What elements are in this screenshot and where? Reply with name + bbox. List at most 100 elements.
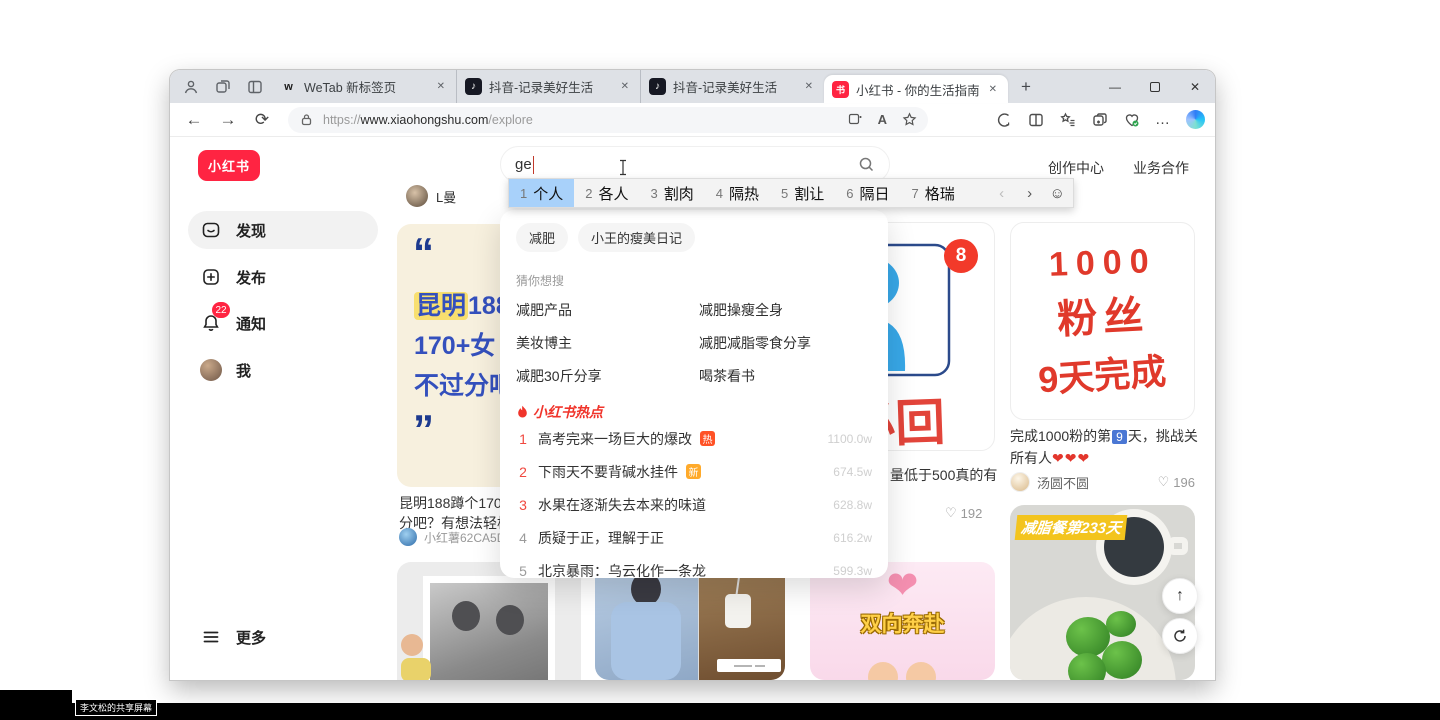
feed-card-photo-bw[interactable] [397, 562, 581, 680]
tab-douyin-2[interactable]: ♪ 抖音-记录美好生活 ✕ [640, 70, 824, 103]
tab-close-icon[interactable]: ✕ [802, 81, 816, 92]
suggestion-item[interactable]: 喝茶看书 [699, 359, 872, 392]
card-caption[interactable]: 完成1000粉的第9天，挑战关 所有人❤❤❤ [1010, 426, 1200, 469]
address-bar[interactable]: https://www.xiaohongshu.com/explore A [288, 107, 928, 133]
ime-candidate[interactable]: 2各人 [574, 179, 639, 207]
feed-card-fans[interactable]: 1000 粉丝 9天完成 [1010, 222, 1195, 420]
refresh-button[interactable]: ⟳ [248, 106, 276, 134]
tab-close-icon[interactable]: ✕ [986, 84, 1000, 95]
doodle-badge: 8 [944, 239, 978, 273]
ime-candidate[interactable]: 6隔日 [835, 179, 900, 207]
wellness-icon[interactable] [1123, 111, 1140, 128]
screenshare-bottom-bar [0, 703, 1440, 720]
card-author[interactable]: 小红薯62CA5D [399, 528, 505, 546]
feed-refresh-button[interactable] [1162, 618, 1198, 654]
maximize-button[interactable] [1135, 70, 1175, 103]
like-count[interactable]: ♡ 192 [945, 505, 982, 521]
split-window-icon[interactable] [847, 111, 864, 128]
quote-line: 170+女 [414, 326, 495, 362]
feed-user-chip[interactable]: L曼 [406, 185, 456, 207]
sidebar-item-discover[interactable]: 发现 [188, 211, 378, 249]
feed-card-photo-girls[interactable] [595, 562, 785, 680]
business-link[interactable]: 业务合作 [1133, 158, 1189, 178]
day-badge: 9 [1112, 430, 1127, 444]
card-author[interactable]: 汤圆不圆 ♡196 [1010, 472, 1195, 492]
forward-button[interactable]: → [214, 106, 242, 134]
douyin-favicon: ♪ [649, 78, 666, 95]
workspaces-icon[interactable] [214, 78, 232, 96]
suggestion-item[interactable]: 减肥产品 [516, 293, 689, 326]
quote-line: 昆明188 [414, 286, 510, 322]
tab-douyin-1[interactable]: ♪ 抖音-记录美好生活 ✕ [456, 70, 640, 103]
history-chip[interactable]: 小王的瘦美日记 [578, 223, 695, 252]
search-icon[interactable] [858, 156, 875, 173]
favorites-bar-icon[interactable] [1059, 111, 1076, 128]
new-tab-button[interactable]: + [1012, 73, 1040, 101]
hot-item[interactable]: 5 北京暴雨：乌云化作一条龙 599.3w [516, 554, 872, 578]
ime-prev-page-icon[interactable]: ‹ [990, 185, 1014, 202]
essentials-icon[interactable] [995, 111, 1012, 128]
suggestion-item[interactable]: 美妆博主 [516, 326, 689, 359]
tab-xiaohongshu-active[interactable]: 书 小红书 - 你的生活指南 ✕ [824, 75, 1008, 103]
tab-title: 小红书 - 你的生活指南 [856, 80, 979, 99]
history-chip[interactable]: 减肥 [516, 223, 568, 252]
hand-shape [906, 662, 936, 680]
sidebar-item-notifications[interactable]: 22 通知 [188, 304, 378, 342]
close-button[interactable]: ✕ [1175, 70, 1215, 103]
emoji-icon[interactable]: ☺ [1050, 185, 1065, 202]
sidebar-item-more[interactable]: 更多 [188, 618, 378, 656]
suggestion-item[interactable]: 减肥操瘦全身 [699, 293, 872, 326]
pink-heart-icon: ❤ [887, 566, 919, 608]
hot-item[interactable]: 3 水果在逐渐失去本来的味道 628.8w [516, 488, 872, 521]
ime-candidate[interactable]: 7格瑞 [901, 179, 966, 207]
more-icon[interactable]: … [1155, 111, 1171, 128]
profile-icon[interactable] [182, 78, 200, 96]
screenshare-corner-block [0, 690, 72, 720]
vertical-tabs-icon[interactable] [246, 78, 264, 96]
copilot-icon[interactable] [1186, 110, 1205, 129]
hand-shape [868, 662, 898, 680]
tab-title: 抖音-记录美好生活 [489, 77, 611, 96]
suggestion-item[interactable]: 减肥30斤分享 [516, 359, 689, 392]
ime-candidate[interactable]: 5割让 [770, 179, 835, 207]
tab-close-icon[interactable]: ✕ [618, 81, 632, 92]
hot-item[interactable]: 4 质疑于正，理解于正 616.2w [516, 521, 872, 554]
tab-wetab[interactable]: w WeTab 新标签页 ✕ [272, 70, 456, 103]
douyin-favicon: ♪ [465, 78, 482, 95]
sidebar-item-label: 发布 [236, 267, 266, 288]
sidebar-item-publish[interactable]: 发布 [188, 258, 378, 296]
author-name: 汤圆不圆 [1037, 473, 1089, 492]
feed-card-pink[interactable]: ❤ 双向奔赴 [810, 562, 995, 680]
read-aloud-icon[interactable]: A [878, 112, 887, 127]
ime-candidate[interactable]: 3割肉 [640, 179, 705, 207]
favorite-star-icon[interactable] [901, 111, 918, 128]
flame-icon [516, 405, 529, 419]
tab-close-icon[interactable]: ✕ [434, 81, 448, 92]
minimize-button[interactable]: — [1095, 70, 1135, 103]
sidebar-item-me[interactable]: 我 [188, 351, 378, 389]
suggestion-item[interactable]: 减肥减脂零食分享 [699, 326, 872, 359]
avatar [406, 185, 428, 207]
hot-item[interactable]: 1 高考完来一场巨大的爆改 热 1100.0w [516, 422, 872, 455]
photo-watermark [717, 659, 781, 672]
split-screen-icon[interactable] [1027, 111, 1044, 128]
collections-icon[interactable] [1091, 111, 1108, 128]
back-to-top-button[interactable]: ↑ [1162, 578, 1198, 614]
xiaohongshu-logo[interactable]: 小红书 [198, 150, 260, 181]
hot-badge: 热 [700, 431, 715, 446]
bw-photo [423, 576, 555, 680]
card-caption[interactable]: 量低于500真的有 [890, 465, 997, 485]
photo-left [595, 562, 698, 680]
creator-center-link[interactable]: 创作中心 [1048, 158, 1104, 178]
back-button[interactable]: ← [180, 106, 208, 134]
ime-candidate[interactable]: 1个人 [509, 179, 574, 207]
photo-right [699, 562, 785, 680]
suggest-title: 猜你想搜 [516, 272, 872, 289]
ime-candidate[interactable]: 4隔热 [705, 179, 770, 207]
like-count[interactable]: ♡196 [1158, 474, 1195, 490]
screenshare-label: 李文松的共享屏幕 [75, 699, 157, 716]
tab-title: 抖音-记录美好生活 [673, 77, 795, 96]
hot-item[interactable]: 2 下雨天不要背碱水挂件 新 674.5w [516, 455, 872, 488]
ime-next-page-icon[interactable]: › [1018, 185, 1042, 202]
feed-user-name: L曼 [436, 187, 456, 206]
